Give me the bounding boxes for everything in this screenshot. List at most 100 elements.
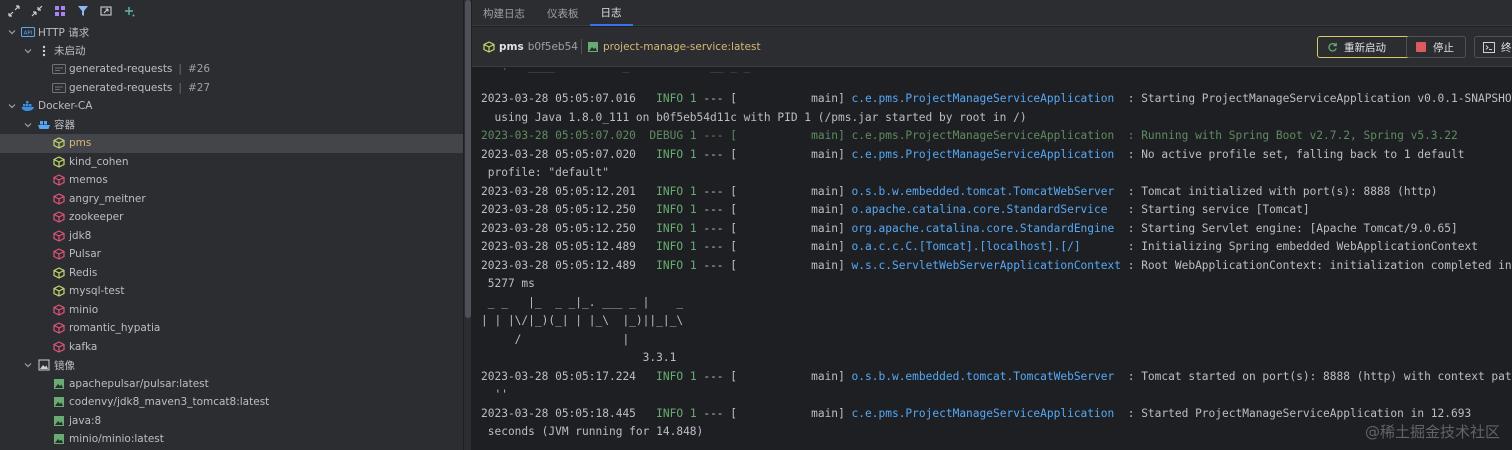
log-pid: 1 <box>689 369 697 383</box>
cube-green-icon <box>482 40 495 53</box>
tree-item-label: mysql-test <box>69 285 125 298</box>
tree-item-label: generated-requests <box>69 81 173 94</box>
log-level: INFO <box>656 406 684 420</box>
tree-container-jdk8[interactable]: jdk8 <box>0 227 463 246</box>
tree-item-label: memos <box>69 174 108 187</box>
tree-item-generated-26[interactable]: generated-requests | #26 <box>0 60 463 79</box>
log-line: 2023-03-28 05:05:12.201 INFO 1 --- [ mai… <box>481 184 1438 198</box>
tree-container-memos[interactable]: memos <box>0 171 463 190</box>
tree-image-java8[interactable]: java:8 <box>0 412 463 431</box>
log-line: 2023-03-28 05:05:12.250 INFO 1 --- [ mai… <box>481 203 1310 216</box>
tree-container-kafka[interactable]: kafka <box>0 338 463 357</box>
log-logger: c.e.pms.ProjectManageServiceApplication <box>851 147 1121 161</box>
log-level: DEBUG <box>649 129 684 142</box>
restart-label: 重新启动 <box>1344 41 1386 54</box>
cube-red-icon <box>52 340 66 354</box>
chevron-down-icon[interactable] <box>22 119 34 131</box>
container-group-icon <box>37 118 51 132</box>
image-icon <box>52 432 66 446</box>
restart-button[interactable]: 重新启动 <box>1317 36 1416 58</box>
tree-node-containers[interactable]: 容器 <box>0 116 463 135</box>
services-panel: API HTTP 请求 未启动 generated-requests | #26 gener… <box>0 0 463 450</box>
log-thread: main <box>737 406 839 420</box>
log-timestamp: 2023-03-28 05:05:07.020 <box>481 147 636 161</box>
terminal-icon <box>1483 41 1495 53</box>
tree-node-images[interactable]: 镜像 <box>0 356 463 375</box>
tab-1[interactable]: 仪表板 <box>536 0 590 26</box>
cube-green-icon <box>52 266 66 280</box>
tree-node-not-started[interactable]: 未启动 <box>0 42 463 61</box>
log-logger: c.e.pms.ProjectManageServiceApplication <box>851 129 1121 142</box>
log-pid: 1 <box>689 203 697 216</box>
expand-all-icon[interactable] <box>4 1 24 21</box>
chevron-down-icon[interactable] <box>22 45 34 57</box>
tree-item-generated-27[interactable]: generated-requests | #27 <box>0 79 463 98</box>
tree-container-pulsar[interactable]: Pulsar <box>0 245 463 264</box>
sidebar-scrollbar-thumb[interactable] <box>465 0 471 318</box>
log-message: Initializing Spring embedded WebApplicat… <box>1141 240 1478 253</box>
tree-item-separator: | <box>178 81 182 94</box>
filter-icon[interactable] <box>73 1 93 21</box>
tree-container-angry-meitner[interactable]: angry_meitner <box>0 190 463 209</box>
log-message: No active profile set, falling back to 1… <box>1141 147 1465 161</box>
tree-container-pms[interactable]: pms <box>0 134 463 153</box>
log-pid: 1 <box>689 258 697 272</box>
log-logger: o.apache.catalina.core.StandardService <box>851 203 1121 216</box>
log-timestamp: 2023-03-28 05:05:12.201 <box>481 184 636 198</box>
tree-container-minio[interactable]: minio <box>0 301 463 320</box>
log-line: profile: "default" <box>481 166 609 179</box>
tree-node-docker[interactable]: Docker-CA <box>0 97 463 116</box>
tab-2[interactable]: 日志 <box>589 0 633 26</box>
cube-red-icon <box>52 192 66 206</box>
tree-item-label: apachepulsar/pulsar:latest <box>69 377 209 390</box>
stop-button[interactable]: 停止 <box>1406 36 1466 58</box>
log-logger: c.e.pms.ProjectManageServiceApplication <box>851 92 1121 105</box>
image-icon <box>52 414 66 428</box>
group-icon[interactable] <box>50 1 70 21</box>
tab-0[interactable]: 构建日志 <box>472 0 536 26</box>
log-logger: org.apache.catalina.core.StandardEngine <box>851 221 1121 235</box>
log-line: 2023-03-28 05:05:12.250 INFO 1 --- [ mai… <box>481 221 1458 235</box>
chevron-down-icon[interactable] <box>6 26 18 38</box>
header-divider <box>581 39 582 54</box>
sidebar-scrollbar[interactable] <box>463 0 471 450</box>
watermark: @稀土掘金技术社区 <box>1364 423 1500 441</box>
container-detail-panel: 构建日志 仪表板 日志 pms b0f5eb54 project-manage-se… <box>472 0 1512 450</box>
log-timestamp: 2023-03-28 05:05:12.250 <box>481 203 636 216</box>
log-output[interactable]: . ____ _ __ _ _ 2023-03-28 05:05:07.016 I… <box>481 67 1512 450</box>
tree-container-redis[interactable]: Redis <box>0 264 463 283</box>
log-timestamp: 2023-03-28 05:05:12.489 <box>481 258 636 272</box>
tree-item-label: Docker-CA <box>38 100 93 113</box>
tree-item-label: Redis <box>69 266 98 279</box>
tree-item-label: minio/minio:latest <box>69 433 164 446</box>
chevron-down-icon[interactable] <box>6 100 18 112</box>
log-line: 2023-03-28 05:05:07.016 INFO 1 --- [ mai… <box>481 90 1512 108</box>
terminal-button[interactable]: 终端 <box>1474 36 1512 58</box>
tree-node-http[interactable]: API HTTP 请求 <box>0 23 463 42</box>
log-timestamp: 2023-03-28 05:05:07.016 <box>481 92 636 105</box>
tree-image-codenvy[interactable]: codenvy/jdk8_maven3_tomcat8:latest <box>0 393 463 412</box>
tree-item-label: Pulsar <box>69 248 101 261</box>
svg-text:API: API <box>24 31 33 37</box>
tree-container-romantic-hypatia[interactable]: romantic_hypatia <box>0 319 463 338</box>
tree-image-pulsar[interactable]: apachepulsar/pulsar:latest <box>0 375 463 394</box>
log-line: 2023-03-28 05:05:07.020 DEBUG 1 --- [ ma… <box>481 129 1458 142</box>
log-level: INFO <box>656 147 684 161</box>
cube-red-icon <box>52 229 66 243</box>
log-timestamp: 2023-03-28 05:05:07.020 <box>481 129 636 142</box>
tree-image-minio[interactable]: minio/minio:latest <box>0 430 463 449</box>
terminal-label: 终端 <box>1501 41 1512 54</box>
open-in-window-icon[interactable] <box>96 1 116 21</box>
image-icon <box>52 395 66 409</box>
tree-container-zookeeper[interactable]: zookeeper <box>0 208 463 227</box>
collapse-all-icon[interactable] <box>27 1 47 21</box>
log-pid: 1 <box>689 129 697 142</box>
image-info[interactable]: project-manage-service:latest <box>586 40 761 53</box>
image-name: project-manage-service:latest <box>603 40 761 53</box>
chevron-down-icon[interactable] <box>22 359 34 371</box>
log-message: Started ProjectManageServiceApplication … <box>1141 406 1472 420</box>
tree-container-mysql-test[interactable]: mysql-test <box>0 282 463 301</box>
tree-container-kind-cohen[interactable]: kind_cohen <box>0 153 463 172</box>
log-timestamp: 2023-03-28 05:05:18.445 <box>481 406 636 420</box>
add-icon[interactable] <box>119 1 139 21</box>
